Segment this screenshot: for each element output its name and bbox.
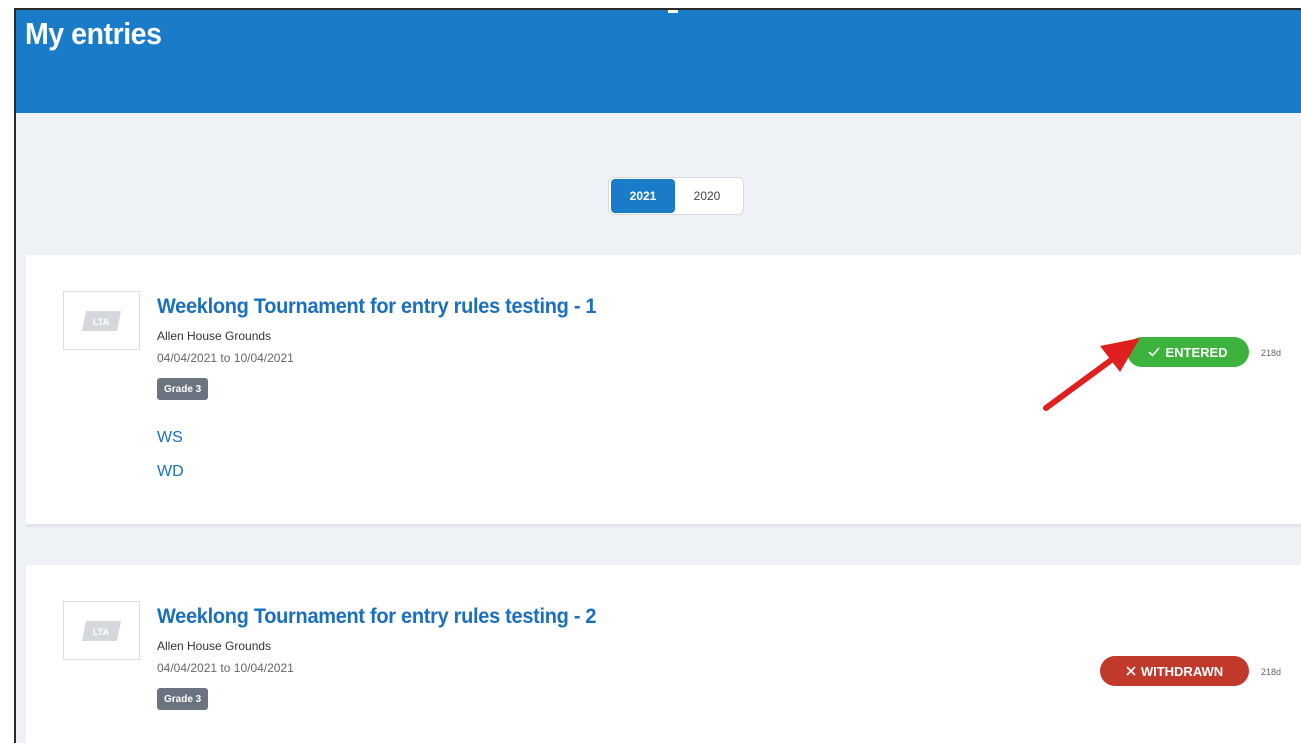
venue-name: Allen House Grounds	[157, 329, 272, 343]
page-frame: My entries 2021 2020 LTA Weeklong Tourna…	[14, 8, 1301, 743]
entry-card: LTA Weeklong Tournament for entry rules …	[26, 565, 1301, 743]
date-end: 10/04/2021	[233, 661, 294, 675]
year-tab-2020[interactable]: 2020	[675, 179, 739, 213]
year-toggle: 2021 2020	[608, 177, 744, 215]
status-label: WITHDRAWN	[1140, 663, 1224, 679]
year-tab-2021[interactable]: 2021	[611, 179, 675, 213]
date-separator: to	[220, 351, 231, 365]
event-link-ws[interactable]: WS	[157, 429, 183, 447]
svg-text:LTA: LTA	[92, 317, 109, 327]
header-marker	[668, 10, 678, 13]
tournament-logo: LTA	[63, 601, 140, 660]
check-icon	[1148, 347, 1161, 357]
tournament-title-link[interactable]: Weeklong Tournament for entry rules test…	[157, 295, 597, 319]
date-start: 04/04/2021	[157, 351, 218, 365]
grade-badge: Grade 3	[157, 688, 209, 710]
lta-logo-icon: LTA	[81, 310, 121, 331]
grade-badge: Grade 3	[157, 378, 209, 400]
close-icon	[1126, 666, 1136, 676]
date-end: 10/04/2021	[233, 351, 294, 365]
annotation-arrow-icon	[1043, 338, 1140, 411]
status-badge-withdrawn[interactable]: WITHDRAWN	[1100, 656, 1249, 686]
entry-age: 218d	[1261, 348, 1282, 358]
tournament-title-link[interactable]: Weeklong Tournament for entry rules test…	[157, 605, 597, 629]
date-start: 04/04/2021	[157, 661, 218, 675]
lta-logo-icon: LTA	[81, 620, 121, 641]
svg-text:LTA: LTA	[92, 627, 109, 637]
entry-age: 218d	[1261, 667, 1282, 677]
status-label: ENTERED	[1165, 344, 1228, 360]
venue-name: Allen House Grounds	[157, 639, 272, 653]
tournament-logo: LTA	[63, 291, 140, 350]
event-link-wd[interactable]: WD	[157, 463, 184, 481]
date-separator: to	[220, 661, 231, 675]
tournament-dates: 04/04/2021 to 10/04/2021	[157, 351, 294, 365]
page-header: My entries	[16, 10, 1301, 113]
tournament-dates: 04/04/2021 to 10/04/2021	[157, 661, 294, 675]
page-title: My entries	[25, 16, 162, 51]
